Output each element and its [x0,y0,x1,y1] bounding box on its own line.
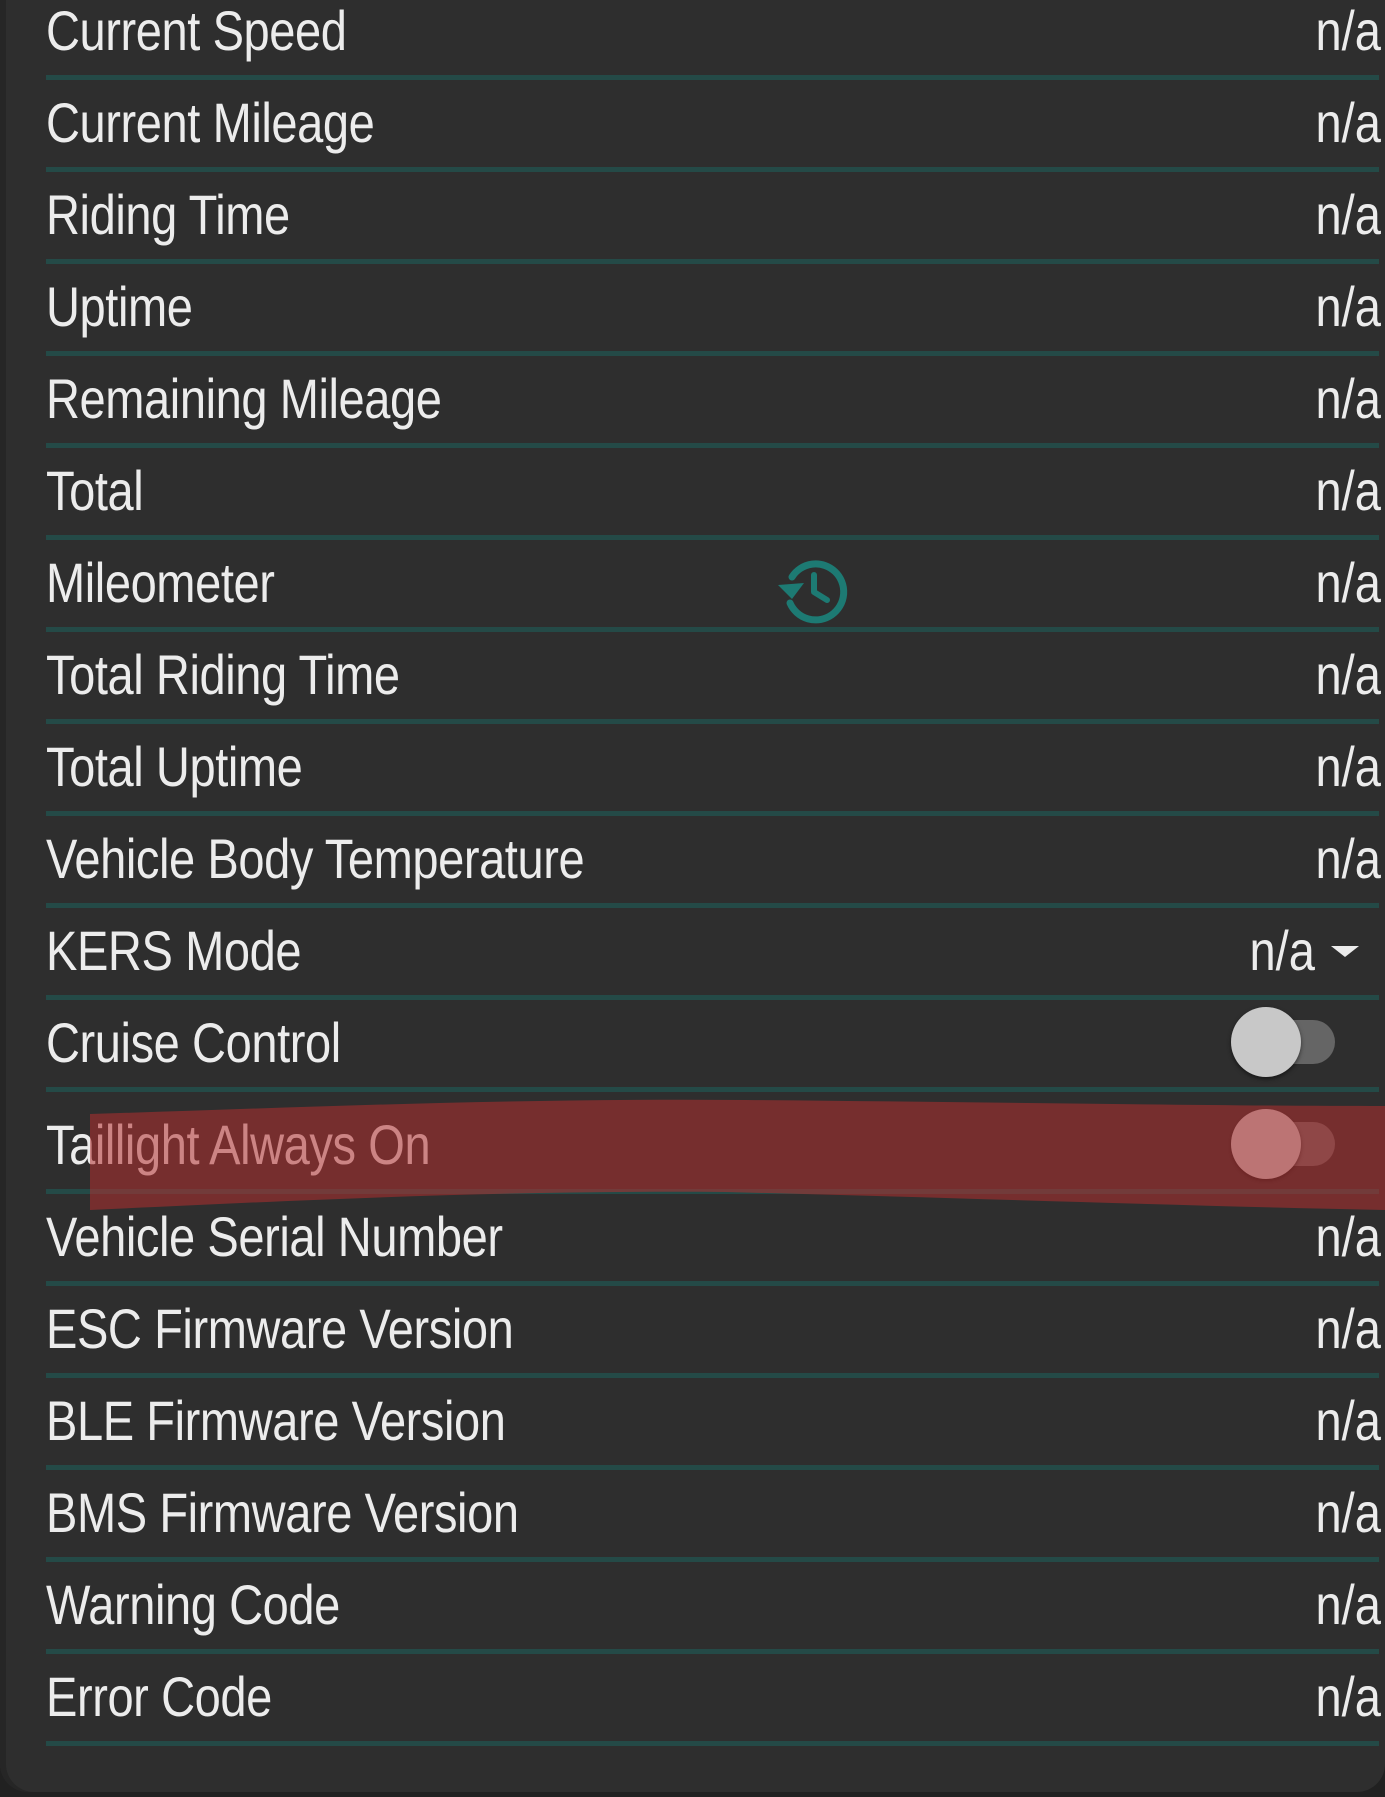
row-current-mileage: Current Mileage n/a [46,80,1381,172]
row-esc-firmware-version: ESC Firmware Version n/a [46,1286,1381,1378]
row-total: Total n/a [46,448,1381,540]
row-taillight-always-on: Taillight Always On [46,1102,1379,1194]
row-label: Uptime [46,275,193,338]
row-bms-firmware-version: BMS Firmware Version n/a [46,1470,1381,1562]
row-value: n/a [1315,643,1381,706]
row-ble-firmware-version: BLE Firmware Version n/a [46,1378,1381,1470]
row-label: Taillight Always On [46,1113,431,1176]
row-uptime: Uptime n/a [46,264,1381,356]
cruise-control-toggle[interactable] [1231,1007,1337,1077]
row-value: n/a [1315,1389,1381,1452]
row-value: n/a [1315,91,1381,154]
row-label: ESC Firmware Version [46,1297,514,1360]
row-value: n/a [1315,459,1381,522]
row-label: KERS Mode [46,919,302,982]
row-label: Error Code [46,1665,272,1728]
row-label: Riding Time [46,183,290,246]
row-total-riding-time: Total Riding Time n/a [46,632,1381,724]
kers-mode-selected-value: n/a [1249,919,1315,982]
kers-mode-dropdown[interactable]: n/a [1237,921,1359,981]
row-riding-time: Riding Time n/a [46,172,1381,264]
row-remaining-mileage: Remaining Mileage n/a [46,356,1381,448]
row-kers-mode[interactable]: KERS Mode n/a [46,908,1379,1000]
row-value: n/a [1315,183,1381,246]
row-warning-code: Warning Code n/a [46,1562,1381,1654]
row-label: BMS Firmware Version [46,1481,519,1544]
row-value: n/a [1315,551,1381,614]
row-value: n/a [1315,0,1381,62]
row-vehicle-serial-number: Vehicle Serial Number n/a [46,1194,1381,1286]
row-label: Cruise Control [46,1011,341,1074]
row-value: n/a [1315,1205,1381,1268]
row-value: n/a [1315,735,1381,798]
row-label: Vehicle Body Temperature [46,827,585,890]
row-value: n/a [1315,1297,1381,1360]
row-label: BLE Firmware Version [46,1389,506,1452]
row-value: n/a [1315,1573,1381,1636]
row-cruise-control: Cruise Control [46,1000,1379,1092]
row-label: Warning Code [46,1573,340,1636]
row-label: Vehicle Serial Number [46,1205,503,1268]
row-total-uptime: Total Uptime n/a [46,724,1381,816]
row-label: Current Mileage [46,91,375,154]
history-icon[interactable] [772,555,850,625]
taillight-always-on-toggle[interactable] [1231,1109,1337,1179]
toggle-thumb [1231,1109,1301,1179]
row-label: Mileometer [46,551,275,614]
row-label: Current Speed [46,0,347,62]
row-value: n/a [1315,827,1381,890]
row-current-speed: Current Speed n/a [46,0,1381,80]
row-error-code: Error Code n/a [46,1654,1381,1746]
row-value: n/a [1315,275,1381,338]
row-label: Total [46,459,144,522]
caret-down-icon [1331,945,1359,957]
row-value: n/a [1315,1481,1381,1544]
row-mileometer: Mileometer n/a [46,540,1381,632]
row-value: n/a [1315,1665,1381,1728]
row-label: Remaining Mileage [46,367,442,430]
row-label: Total Riding Time [46,643,400,706]
row-label: Total Uptime [46,735,303,798]
toggle-thumb [1231,1007,1301,1077]
row-vehicle-body-temperature: Vehicle Body Temperature n/a [46,816,1381,908]
row-value: n/a [1315,367,1381,430]
